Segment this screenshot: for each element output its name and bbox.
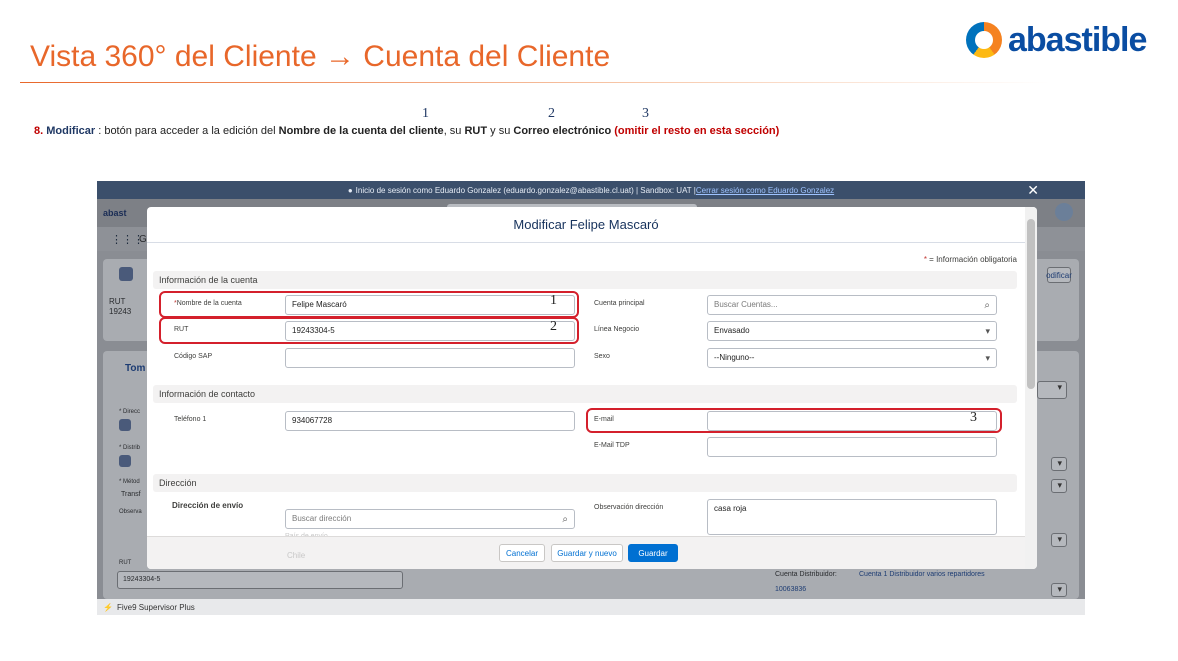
title-divider	[20, 82, 1050, 83]
step-description: 8. Modificar : botón para acceder a la e…	[34, 125, 779, 137]
logo-text: abastible	[1008, 20, 1147, 59]
shipping-address-label: Dirección de envío	[172, 501, 244, 510]
highlight-number-2: 2	[550, 319, 557, 334]
bg-distributor-code[interactable]: 10063836	[775, 586, 806, 593]
modify-button[interactable]: odificar	[1046, 267, 1072, 283]
highlight-number-3: 3	[970, 410, 977, 425]
bg-rut-label: RUT	[109, 297, 126, 306]
step-text-1: : botón para acceder a la edición del	[95, 125, 279, 137]
login-bar-text: Inicio de sesión como Eduardo Gonzalez (…	[355, 185, 696, 195]
app-screenshot: ● Inicio de sesión como Eduardo Gonzalez…	[97, 181, 1085, 615]
chevron-down-icon: ▾	[985, 353, 990, 363]
step-text-3: y su	[487, 125, 514, 137]
bg-distributor-label: Cuenta Distribuidor:	[775, 571, 837, 578]
bg-tab[interactable]: Tom	[125, 363, 145, 374]
sap-code-label: Código SAP	[174, 353, 213, 360]
utility-bar-label[interactable]: Five9 Supervisor Plus	[117, 603, 195, 612]
bg-field-label-1: * Direcc	[119, 409, 141, 415]
edit-account-modal: Modificar Felipe Mascaró * = Información…	[147, 207, 1037, 569]
parent-account-input[interactable]: Buscar Cuentas... ⌕	[707, 295, 997, 315]
search-icon[interactable]: ⌕	[562, 511, 568, 529]
sex-select[interactable]: --Ninguno-- ▾	[707, 348, 997, 368]
step-field-1: Nombre de la cuenta del cliente	[278, 125, 444, 137]
business-line-label: Línea Negocio	[594, 326, 640, 333]
distributor-icon	[119, 455, 131, 467]
cancel-button[interactable]: Cancelar	[499, 544, 545, 562]
bg-select-5[interactable]	[1051, 583, 1067, 597]
email-tdp-label: E-Mail TDP	[594, 442, 630, 449]
step-field-3: Correo electrónico	[513, 125, 612, 137]
close-icon[interactable]: ✕	[1027, 182, 1039, 199]
bg-rut-bottom-label: RUT	[119, 560, 132, 566]
utility-bar: ⚡ Five9 Supervisor Plus	[97, 599, 1085, 615]
address-icon	[119, 419, 131, 431]
business-line-value: Envasado	[714, 326, 750, 335]
required-note: * = Información obligatoria	[924, 255, 1017, 264]
bg-distributor-value[interactable]: Cuenta 1 Distribuidor varios repartidore…	[859, 571, 985, 578]
step-field-2: RUT	[464, 125, 488, 137]
email-tdp-input[interactable]	[707, 437, 997, 457]
column-number-1: 1	[422, 106, 429, 121]
login-as-bar: ● Inicio de sesión como Eduardo Gonzalez…	[97, 181, 1085, 199]
highlight-box-3	[586, 408, 1002, 433]
country-value: Chile	[287, 551, 306, 560]
logout-link[interactable]: Cerrar sesión como Eduardo Gonzalez	[696, 186, 834, 195]
bg-select-4[interactable]	[1051, 533, 1067, 547]
phone1-input[interactable]: 934067728	[285, 411, 575, 431]
avatar[interactable]	[1055, 203, 1073, 221]
sap-code-input[interactable]	[285, 348, 575, 368]
bg-method-value: Transf	[121, 491, 141, 498]
logo-mark-icon	[966, 22, 1002, 58]
slide-title: Vista 360° del Cliente → Cuenta del Clie…	[30, 40, 611, 73]
save-and-new-button[interactable]: Guardar y nuevo	[551, 544, 623, 562]
highlight-box-1	[159, 291, 579, 318]
sex-value: --Ninguno--	[714, 353, 755, 362]
modal-title: Modificar Felipe Mascaró	[147, 207, 1025, 243]
step-text-2: , su	[443, 125, 465, 137]
highlight-box-2	[159, 317, 579, 344]
highlight-number-1: 1	[550, 293, 557, 308]
bg-observation-label: Observa	[119, 509, 142, 515]
bg-field-label-2: * Distrib	[119, 445, 141, 451]
modal-scrollbar-thumb[interactable]	[1027, 219, 1035, 389]
shipping-address-input[interactable]: Buscar dirección ⌕	[285, 509, 575, 529]
section-address[interactable]: Dirección	[153, 474, 1017, 492]
section-contact-info[interactable]: Información de contacto	[153, 385, 1017, 403]
business-line-select[interactable]: Envasado ▾	[707, 321, 997, 341]
column-number-2: 2	[548, 106, 555, 121]
step-note: (omitir el resto en esta sección)	[611, 125, 780, 137]
nav-app-name: G	[139, 234, 147, 245]
parent-account-placeholder: Buscar Cuentas...	[714, 300, 778, 309]
required-note-text: = Información obligatoria	[929, 255, 1017, 264]
slide: Vista 360° del Cliente → Cuenta del Clie…	[0, 0, 1178, 661]
bg-rut-bottom-value: 19243304-5	[123, 576, 161, 583]
section-account-info[interactable]: Información de la cuenta	[153, 271, 1017, 289]
app-brand: abast	[103, 208, 127, 218]
abastible-logo: abastible	[966, 20, 1147, 60]
parent-account-label: Cuenta principal	[594, 300, 645, 307]
save-button[interactable]: Guardar	[628, 544, 678, 562]
address-note-label: Observación dirección	[594, 504, 664, 511]
bg-field-label-3: * Métod	[119, 479, 140, 485]
shipping-address-placeholder: Buscar dirección	[292, 514, 352, 523]
column-number-3: 3	[642, 106, 649, 121]
bg-select-3[interactable]	[1051, 479, 1067, 493]
account-icon	[119, 267, 133, 281]
step-keyword: Modificar	[46, 125, 96, 137]
phone1-label: Teléfono 1	[174, 416, 207, 423]
search-icon[interactable]: ⌕	[984, 297, 990, 315]
five9-icon: ⚡	[103, 602, 113, 612]
required-star: *	[923, 255, 927, 264]
bg-rut-value: 19243	[109, 307, 132, 316]
step-number: 8.	[34, 125, 44, 137]
bg-select-1[interactable]	[1037, 381, 1067, 399]
modal-footer: Chile Cancelar Guardar y nuevo Guardar	[147, 536, 1025, 569]
address-note-textarea[interactable]: casa roja	[707, 499, 997, 535]
chevron-down-icon: ▾	[985, 326, 990, 336]
sex-label: Sexo	[594, 353, 610, 360]
user-icon: ●	[347, 185, 353, 195]
bg-select-2[interactable]	[1051, 457, 1067, 471]
